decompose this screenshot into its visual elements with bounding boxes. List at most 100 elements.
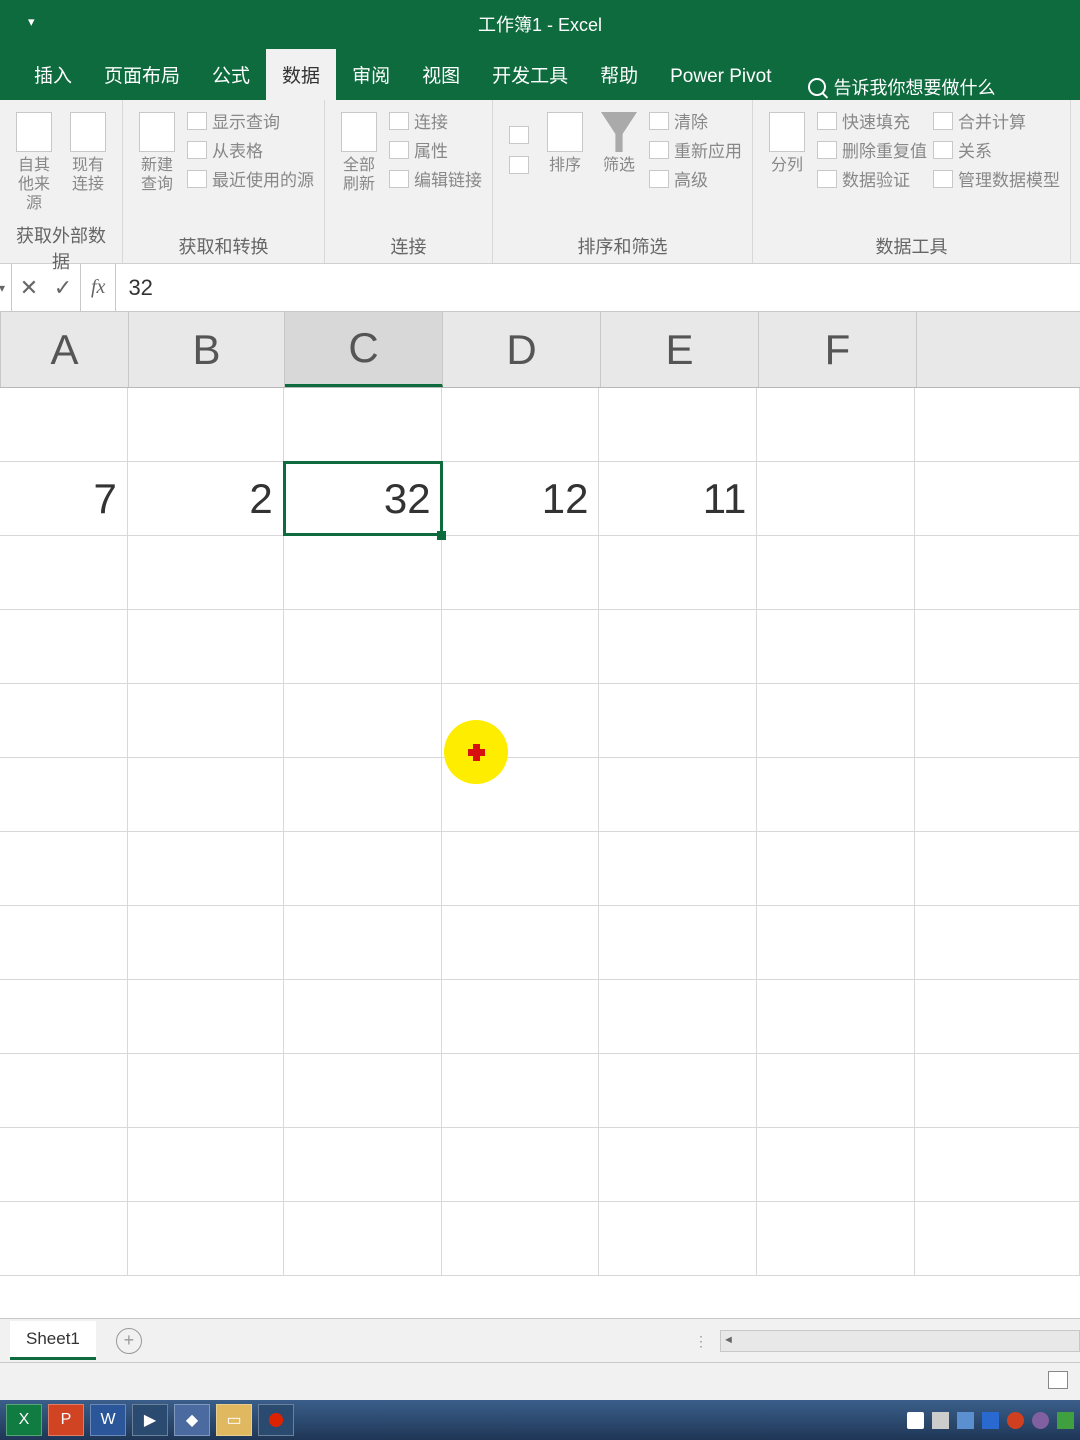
- cell-C3[interactable]: [284, 536, 442, 609]
- sort-az-button[interactable]: [503, 108, 535, 229]
- cell-B8[interactable]: [128, 906, 284, 979]
- cell-C5[interactable]: [284, 684, 442, 757]
- insert-function-button[interactable]: fx: [81, 264, 116, 311]
- tab-view[interactable]: 视图: [406, 49, 476, 100]
- existing-connections-button[interactable]: 现有连接: [64, 108, 112, 218]
- cell-tail-1[interactable]: [915, 388, 1080, 461]
- cell-E11[interactable]: [599, 1128, 757, 1201]
- cell-C10[interactable]: [284, 1054, 442, 1127]
- cell-B11[interactable]: [128, 1128, 284, 1201]
- tray-icon[interactable]: [1007, 1412, 1024, 1429]
- taskbar-player-icon[interactable]: ▶: [132, 1404, 168, 1436]
- grip-icon[interactable]: ⋮: [694, 1333, 708, 1350]
- cell-E5[interactable]: [599, 684, 757, 757]
- cell-A9[interactable]: [0, 980, 128, 1053]
- cell-D1[interactable]: [442, 388, 600, 461]
- recent-sources-button[interactable]: 最近使用的源: [187, 166, 314, 191]
- properties-button[interactable]: 属性: [389, 137, 482, 162]
- normal-view-icon[interactable]: [1048, 1371, 1068, 1389]
- cell-D4[interactable]: [442, 610, 600, 683]
- cell-A12[interactable]: [0, 1202, 128, 1275]
- cell-A7[interactable]: [0, 832, 128, 905]
- remove-duplicates-button[interactable]: 删除重复值: [817, 137, 927, 162]
- cell-tail-2[interactable]: [915, 462, 1080, 535]
- cell-F10[interactable]: [757, 1054, 915, 1127]
- cell-F2[interactable]: [757, 462, 915, 535]
- tab-page-layout[interactable]: 页面布局: [88, 49, 196, 100]
- cancel-button[interactable]: ✕: [12, 275, 46, 301]
- tab-data[interactable]: 数据: [266, 49, 336, 100]
- cell-D7[interactable]: [442, 832, 600, 905]
- name-box[interactable]: ▾: [0, 264, 12, 311]
- cell-C9[interactable]: [284, 980, 442, 1053]
- column-header-B[interactable]: B: [129, 312, 285, 387]
- cell-A6[interactable]: [0, 758, 128, 831]
- cell-C12[interactable]: [284, 1202, 442, 1275]
- cell-tail-11[interactable]: [915, 1128, 1080, 1201]
- cell-C8[interactable]: [284, 906, 442, 979]
- cell-E1[interactable]: [599, 388, 757, 461]
- cell-E7[interactable]: [599, 832, 757, 905]
- tray-bluetooth-icon[interactable]: [982, 1412, 999, 1429]
- cell-B4[interactable]: [128, 610, 284, 683]
- cell-E12[interactable]: [599, 1202, 757, 1275]
- cell-B12[interactable]: [128, 1202, 284, 1275]
- spreadsheet-grid[interactable]: 72321211: [0, 388, 1080, 1318]
- cell-tail-6[interactable]: [915, 758, 1080, 831]
- cell-B3[interactable]: [128, 536, 284, 609]
- cell-C6[interactable]: [284, 758, 442, 831]
- cell-F9[interactable]: [757, 980, 915, 1053]
- cell-C1[interactable]: [284, 388, 442, 461]
- cell-A2[interactable]: 7: [0, 462, 128, 535]
- cell-E2[interactable]: 11: [599, 462, 757, 535]
- cell-A10[interactable]: [0, 1054, 128, 1127]
- cell-E10[interactable]: [599, 1054, 757, 1127]
- cell-A3[interactable]: [0, 536, 128, 609]
- tray-antivirus-icon[interactable]: [1057, 1412, 1074, 1429]
- tab-developer[interactable]: 开发工具: [476, 49, 584, 100]
- column-header-A[interactable]: A: [1, 312, 129, 387]
- cell-B5[interactable]: [128, 684, 284, 757]
- clear-filter-button[interactable]: 清除: [649, 108, 742, 133]
- connections-button[interactable]: 连接: [389, 108, 482, 133]
- cell-F6[interactable]: [757, 758, 915, 831]
- column-header-C[interactable]: C: [285, 312, 443, 387]
- cell-F7[interactable]: [757, 832, 915, 905]
- sort-button[interactable]: 排序: [541, 108, 589, 229]
- cell-E6[interactable]: [599, 758, 757, 831]
- cell-B9[interactable]: [128, 980, 284, 1053]
- cell-B7[interactable]: [128, 832, 284, 905]
- tell-me-search[interactable]: 告诉我你想要做什么: [808, 74, 996, 100]
- cell-C4[interactable]: [284, 610, 442, 683]
- manage-data-model-button[interactable]: 管理数据模型: [933, 166, 1060, 191]
- cell-B6[interactable]: [128, 758, 284, 831]
- cell-F4[interactable]: [757, 610, 915, 683]
- cell-F5[interactable]: [757, 684, 915, 757]
- formula-input[interactable]: 32: [116, 275, 152, 301]
- cell-E3[interactable]: [599, 536, 757, 609]
- tab-powerpivot[interactable]: Power Pivot: [654, 54, 787, 100]
- cell-tail-9[interactable]: [915, 980, 1080, 1053]
- taskbar-explorer-icon[interactable]: ▭: [216, 1404, 252, 1436]
- edit-links-button[interactable]: 编辑链接: [389, 166, 482, 191]
- cell-D12[interactable]: [442, 1202, 600, 1275]
- tab-insert[interactable]: 插入: [18, 49, 88, 100]
- cell-D11[interactable]: [442, 1128, 600, 1201]
- cell-D3[interactable]: [442, 536, 600, 609]
- text-to-columns-button[interactable]: 分列: [763, 108, 811, 229]
- cell-tail-5[interactable]: [915, 684, 1080, 757]
- cell-B2[interactable]: 2: [128, 462, 284, 535]
- scroll-left-icon[interactable]: ◄: [723, 1334, 734, 1346]
- tray-icon[interactable]: [1032, 1412, 1049, 1429]
- new-query-button[interactable]: 新建 查询: [133, 108, 181, 229]
- tray-icon[interactable]: [932, 1412, 949, 1429]
- cell-D9[interactable]: [442, 980, 600, 1053]
- cell-E4[interactable]: [599, 610, 757, 683]
- cell-C7[interactable]: [284, 832, 442, 905]
- relationships-button[interactable]: 关系: [933, 137, 1060, 162]
- cell-B1[interactable]: [128, 388, 284, 461]
- cell-tail-7[interactable]: [915, 832, 1080, 905]
- cell-C2[interactable]: 32: [284, 462, 442, 535]
- cell-B10[interactable]: [128, 1054, 284, 1127]
- cell-A8[interactable]: [0, 906, 128, 979]
